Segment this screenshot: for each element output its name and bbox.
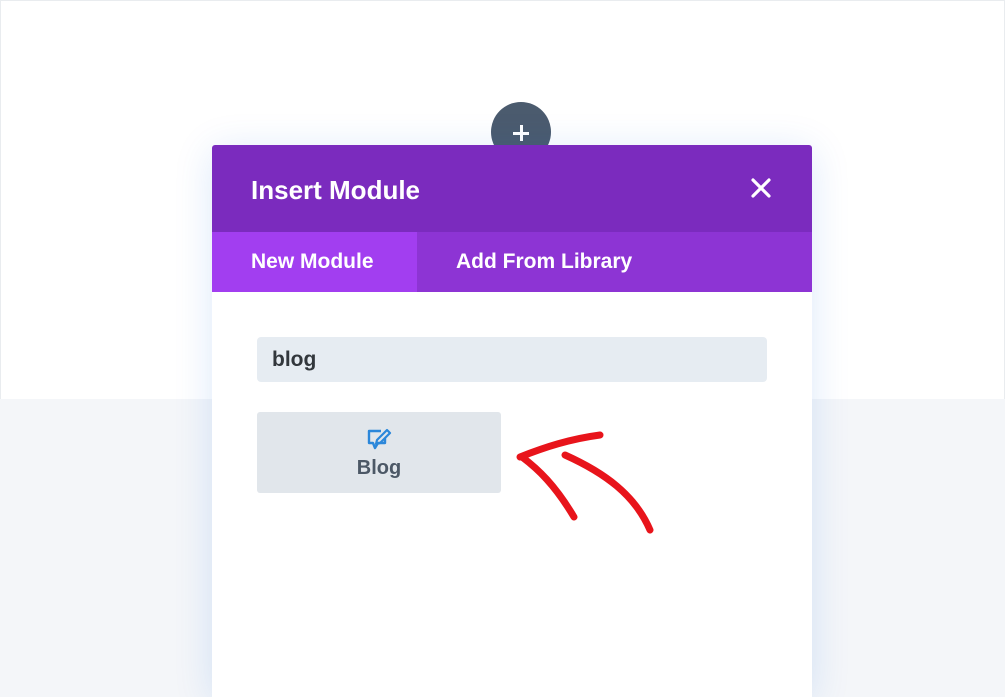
module-tabs: New Module Add From Library: [212, 232, 812, 292]
modal-title: Insert Module: [251, 175, 421, 205]
insert-module-modal: Insert Module New Module Add From Librar…: [212, 145, 812, 697]
close-icon[interactable]: [748, 175, 774, 201]
tab-new-module-label: New Module: [251, 250, 374, 273]
module-item-label: Blog: [356, 457, 402, 479]
module-item-blog[interactable]: Blog: [257, 412, 501, 493]
blog-icon: [367, 428, 392, 450]
annotation-arrow-icon: [516, 431, 654, 534]
tab-new-module[interactable]: New Module: [212, 232, 417, 292]
tab-add-from-library-label: Add From Library: [456, 250, 633, 273]
module-search-input[interactable]: [257, 337, 767, 382]
tab-add-from-library[interactable]: Add From Library: [417, 232, 812, 292]
plus-icon: [513, 125, 529, 141]
modal-header: Insert Module: [212, 145, 812, 232]
